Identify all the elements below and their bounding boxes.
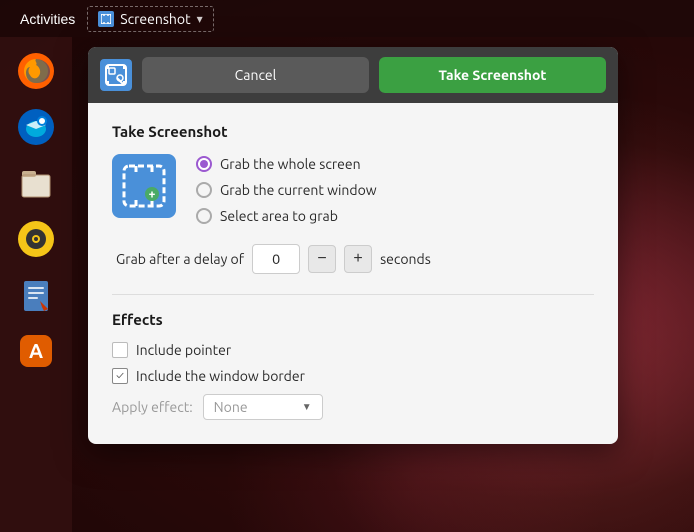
- dialog-content: Take Screenshot + Grab the whole s: [88, 103, 618, 444]
- sidebar: A: [0, 37, 72, 532]
- include-border-option[interactable]: Include the window border: [112, 368, 594, 384]
- app-title-label: Screenshot: [120, 11, 190, 27]
- screenshot-dialog: Cancel Take Screenshot Take Screenshot +: [88, 47, 618, 444]
- dropdown-arrow-icon: ▼: [302, 401, 312, 413]
- svg-text:A: A: [29, 339, 43, 362]
- sidebar-item-appstore[interactable]: A: [12, 327, 60, 375]
- app-title-area[interactable]: Screenshot ▾: [87, 6, 213, 32]
- include-pointer-checkbox[interactable]: [112, 342, 128, 358]
- take-screenshot-button[interactable]: Take Screenshot: [379, 57, 606, 93]
- radio-whole-screen-label: Grab the whole screen: [220, 156, 361, 172]
- radio-current-window-label: Grab the current window: [220, 182, 377, 198]
- app-title-arrow: ▾: [197, 12, 203, 26]
- dialog-toolbar: Cancel Take Screenshot: [88, 47, 618, 103]
- sidebar-item-rhythmbox[interactable]: [12, 215, 60, 263]
- delay-row: Grab after a delay of − + seconds: [116, 244, 594, 274]
- apply-effect-label: Apply effect:: [112, 399, 193, 415]
- radio-select-area[interactable]: Select area to grab: [196, 208, 377, 224]
- sidebar-item-writer[interactable]: [12, 271, 60, 319]
- radio-whole-screen-indicator: [196, 156, 212, 172]
- radio-current-window[interactable]: Grab the current window: [196, 182, 377, 198]
- screenshot-section-title: Take Screenshot: [112, 123, 594, 140]
- delay-decrement-button[interactable]: −: [308, 245, 336, 273]
- radio-select-area-label: Select area to grab: [220, 208, 338, 224]
- screenshot-preview-icon: +: [112, 154, 176, 218]
- include-border-label: Include the window border: [136, 368, 305, 384]
- radio-select-area-indicator: [196, 208, 212, 224]
- divider: [112, 294, 594, 295]
- radio-whole-screen[interactable]: Grab the whole screen: [196, 156, 377, 172]
- delay-input[interactable]: [252, 244, 300, 274]
- activities-button[interactable]: Activities: [8, 0, 87, 37]
- topbar: Activities Screenshot ▾: [0, 0, 694, 37]
- sidebar-item-files[interactable]: [12, 159, 60, 207]
- radio-current-window-indicator: [196, 182, 212, 198]
- delay-increment-button[interactable]: +: [344, 245, 372, 273]
- apply-effect-row: Apply effect: None ▼: [112, 394, 594, 420]
- screenshot-app-icon: [98, 11, 114, 27]
- svg-text:+: +: [149, 188, 156, 201]
- include-pointer-label: Include pointer: [136, 342, 231, 358]
- toolbar-screenshot-icon: [100, 59, 132, 91]
- effect-select-dropdown[interactable]: None ▼: [203, 394, 323, 420]
- include-pointer-option[interactable]: Include pointer: [112, 342, 594, 358]
- screenshot-options: + Grab the whole screen Grab the current…: [112, 154, 594, 224]
- include-border-checkbox[interactable]: [112, 368, 128, 384]
- effect-select-value: None: [214, 399, 248, 415]
- radio-options: Grab the whole screen Grab the current w…: [196, 154, 377, 224]
- sidebar-item-firefox[interactable]: [12, 47, 60, 95]
- effects-section-title: Effects: [112, 311, 594, 328]
- sidebar-item-thunderbird[interactable]: [12, 103, 60, 151]
- delay-label: Grab after a delay of: [116, 251, 244, 267]
- cancel-button[interactable]: Cancel: [142, 57, 369, 93]
- seconds-label: seconds: [380, 251, 431, 267]
